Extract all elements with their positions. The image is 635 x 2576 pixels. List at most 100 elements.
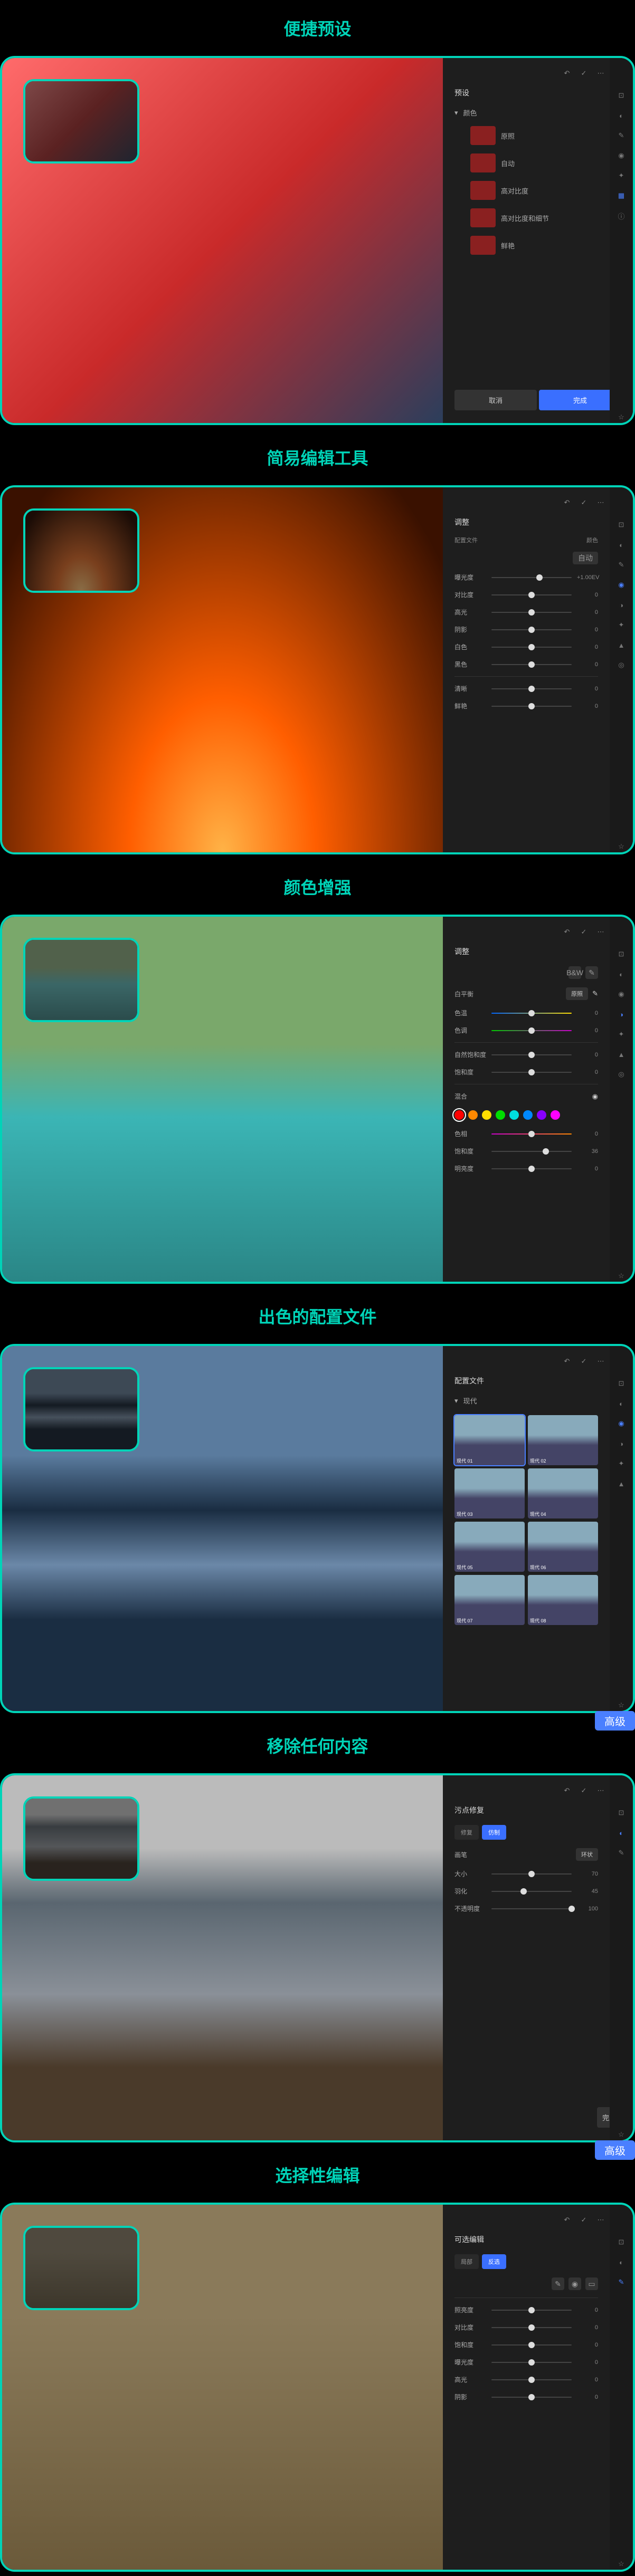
slider-row[interactable]: 照亮度0 (447, 2301, 605, 2319)
optics-icon[interactable]: ◎ (615, 1069, 627, 1080)
slider-row[interactable]: 曝光度0 (447, 2353, 605, 2371)
adjust-icon[interactable]: ◉ (615, 579, 627, 591)
check-icon[interactable]: ✓ (579, 927, 589, 937)
detail-icon[interactable]: ▲ (615, 1049, 627, 1060)
cancel-button[interactable]: 取消 (454, 390, 537, 410)
more-icon[interactable]: ⋯ (596, 69, 605, 78)
heal-chip[interactable]: 修复 (454, 1825, 479, 1840)
more-icon[interactable]: ⋯ (596, 2215, 605, 2225)
undo-icon[interactable]: ↶ (562, 927, 572, 937)
info-icon[interactable]: ⓘ (615, 210, 627, 222)
crop-icon[interactable]: ⊡ (615, 2236, 627, 2248)
slider-row[interactable]: 对比度0 (447, 2319, 605, 2336)
star-icon[interactable]: ☆ (615, 2129, 627, 2140)
color-cyan[interactable] (509, 1110, 519, 1120)
heal-icon[interactable]: ◐ (615, 1827, 627, 1839)
slider-feather[interactable]: 羽化45 (447, 1882, 605, 1900)
brush-icon[interactable]: ✎ (615, 130, 627, 141)
color-icon[interactable]: ◑ (615, 599, 627, 611)
undo-icon[interactable]: ↶ (562, 498, 572, 507)
slider-row[interactable]: 高光0 (447, 2371, 605, 2388)
slider-vibrance[interactable]: 鲜艳0 (447, 697, 605, 715)
crop-icon[interactable]: ⊡ (615, 948, 627, 960)
heal-icon[interactable]: ◐ (615, 539, 627, 551)
slider-clarity[interactable]: 清晰0 (447, 680, 605, 697)
crop-icon[interactable]: ⊡ (615, 519, 627, 531)
local-chip[interactable]: 局部 (454, 2254, 479, 2269)
detail-icon[interactable]: ▲ (615, 1478, 627, 1489)
color-green[interactable] (496, 1110, 505, 1120)
profile-row[interactable]: 配置文件 颜色 (447, 533, 605, 547)
check-icon[interactable]: ✓ (579, 69, 589, 78)
star-icon[interactable]: ☆ (615, 411, 627, 423)
profile-item[interactable]: 现代 08 (528, 1575, 598, 1625)
slider-hue[interactable]: 色相0 (447, 1125, 605, 1142)
clone-chip[interactable]: 仿制 (482, 1825, 506, 1840)
star-icon[interactable]: ☆ (615, 2558, 627, 2570)
brush-tool-icon[interactable]: ✎ (552, 2277, 564, 2290)
bw-button[interactable]: B&W (568, 966, 581, 979)
profile-item[interactable]: 现代 02 (528, 1415, 598, 1465)
adjust-icon[interactable]: ◉ (615, 1418, 627, 1429)
slider-exposure[interactable]: 曝光度+1.00EV (447, 569, 605, 586)
check-icon[interactable]: ✓ (579, 498, 589, 507)
eyedropper-icon[interactable]: ✎ (585, 966, 598, 979)
adjust-icon[interactable]: ◉ (615, 988, 627, 1000)
preset-item[interactable]: 高对比度和细节 (463, 204, 605, 232)
slider-tint[interactable]: 色调0 (447, 1022, 605, 1039)
heal-icon[interactable]: ◐ (615, 2256, 627, 2268)
detail-icon[interactable]: ▲ (615, 639, 627, 651)
crop-icon[interactable]: ⊡ (615, 1378, 627, 1389)
preset-item[interactable]: 原照 (463, 122, 605, 149)
brush-icon[interactable]: ✎ (615, 1847, 627, 1859)
eyedropper-icon[interactable]: ✎ (592, 989, 598, 998)
done-button[interactable]: 完成 (539, 390, 621, 410)
slider-shadows[interactable]: 阴影0 (447, 621, 605, 638)
slider-lum[interactable]: 明亮度0 (447, 1160, 605, 1177)
profile-item[interactable]: 现代 03 (454, 1468, 525, 1518)
slider-blacks[interactable]: 黑色0 (447, 656, 605, 673)
effects-icon[interactable]: ✦ (615, 170, 627, 181)
check-icon[interactable]: ✓ (579, 2215, 589, 2225)
check-icon[interactable]: ✓ (579, 1786, 589, 1795)
brush-icon[interactable]: ✎ (615, 2276, 627, 2288)
wb-dropdown[interactable]: 原照 (566, 987, 588, 1000)
profile-item[interactable]: 现代 07 (454, 1575, 525, 1625)
star-icon[interactable]: ☆ (615, 1699, 627, 1711)
heal-icon[interactable]: ◐ (615, 1398, 627, 1409)
brush-row[interactable]: 画笔 环状 (447, 1844, 605, 1865)
slider-whites[interactable]: 白色0 (447, 638, 605, 656)
brush-dropdown[interactable]: 环状 (576, 1848, 598, 1861)
slider-contrast[interactable]: 对比度0 (447, 586, 605, 603)
profile-item[interactable]: 现代 06 (528, 1522, 598, 1572)
slider-highlights[interactable]: 高光0 (447, 603, 605, 621)
invert-chip[interactable]: 反选 (482, 2254, 506, 2269)
preset-item[interactable]: 高对比度 (463, 177, 605, 204)
profile-category[interactable]: ▾ 现代 (447, 1391, 605, 1410)
target-icon[interactable]: ◉ (592, 1092, 598, 1101)
effects-icon[interactable]: ✦ (615, 619, 627, 631)
undo-icon[interactable]: ↶ (562, 1786, 572, 1795)
effects-icon[interactable]: ✦ (615, 1029, 627, 1040)
color-magenta[interactable] (551, 1110, 560, 1120)
slider-sat[interactable]: 饱和度36 (447, 1142, 605, 1160)
preset-item[interactable]: 鲜艳 (463, 232, 605, 259)
effects-icon[interactable]: ✦ (615, 1458, 627, 1469)
brush-icon[interactable]: ✎ (615, 559, 627, 571)
heal-icon[interactable]: ◐ (615, 968, 627, 980)
profile-item[interactable]: 现代 05 (454, 1522, 525, 1572)
undo-icon[interactable]: ↶ (562, 69, 572, 78)
undo-icon[interactable]: ↶ (562, 2215, 572, 2225)
presets-icon[interactable]: ▦ (615, 190, 627, 201)
color-purple[interactable] (537, 1110, 546, 1120)
wb-row[interactable]: 白平衡 原照 ✎ (447, 983, 605, 1004)
star-icon[interactable]: ☆ (615, 1270, 627, 1282)
slider-opacity[interactable]: 不透明度100 (447, 1900, 605, 1917)
heal-icon[interactable]: ◐ (615, 110, 627, 121)
more-icon[interactable]: ⋯ (596, 498, 605, 507)
profile-item[interactable]: 现代 04 (528, 1468, 598, 1518)
more-icon[interactable]: ⋯ (596, 1786, 605, 1795)
slider-saturation[interactable]: 饱和度0 (447, 1063, 605, 1081)
crop-icon[interactable]: ⊡ (615, 90, 627, 101)
color-red[interactable] (454, 1110, 464, 1120)
